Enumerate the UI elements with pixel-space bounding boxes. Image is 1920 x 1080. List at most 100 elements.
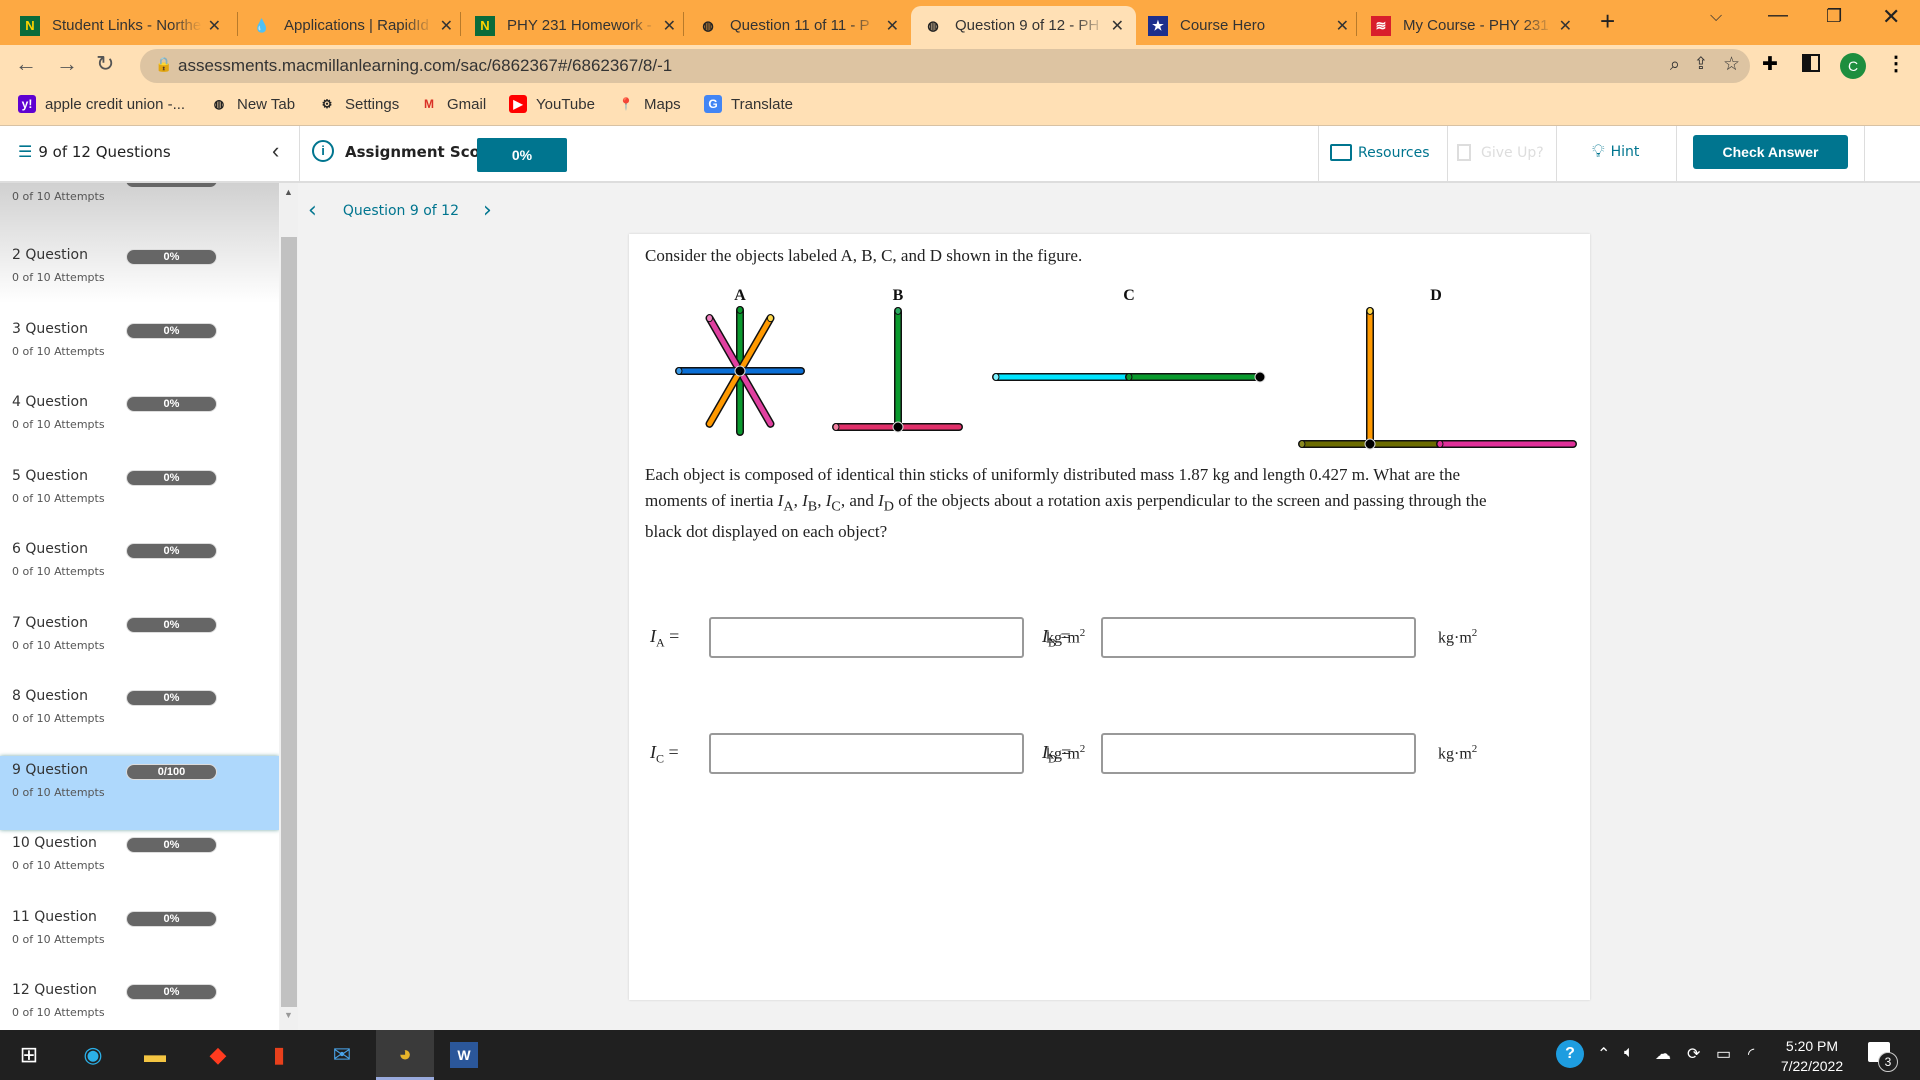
text: moments of inertia <box>645 491 778 510</box>
bookmark-item[interactable]: M Gmail <box>420 95 486 113</box>
sidebar-question-item[interactable]: 8 Question 0% 0 of 10 Attempts <box>0 682 279 756</box>
close-window-button[interactable]: ✕ <box>1882 4 1900 30</box>
app-diamond-icon[interactable]: ◆ <box>203 1040 233 1070</box>
mail-icon[interactable]: ✉ <box>327 1040 357 1070</box>
answer-label: ID = <box>1042 742 1072 766</box>
answer-input-d[interactable] <box>1101 733 1416 774</box>
info-icon[interactable]: i <box>312 140 334 162</box>
sync-icon[interactable]: ⟳ <box>1687 1044 1700 1064</box>
sidebar-scrollbar[interactable]: ▲ ▼ <box>280 183 298 1030</box>
question-title: 9 Question <box>12 761 88 778</box>
browser-tab[interactable]: ★ Course Hero ✕ <box>1136 6 1361 45</box>
sidebar-question-item[interactable]: 7 Question 0% 0 of 10 Attempts <box>0 609 279 683</box>
browser-tab[interactable]: N Student Links - Northe ✕ <box>8 6 233 45</box>
browser-tab[interactable]: ◍ Question 9 of 12 - PH ✕ <box>911 6 1136 45</box>
collapse-sidebar-chevron-icon[interactable]: ‹ <box>272 138 279 164</box>
edge-icon[interactable]: ◉ <box>78 1040 108 1070</box>
browser-tab[interactable]: ◍ Question 11 of 11 - P ✕ <box>686 6 911 45</box>
share-icon[interactable]: ⇪ <box>1694 54 1708 74</box>
url-text: assessments.macmillanlearning.com/sac/68… <box>178 56 673 75</box>
answer-input-a[interactable] <box>709 617 1024 658</box>
notification-count: 3 <box>1878 1052 1898 1072</box>
sidebar-question-item[interactable]: 5 Question 0% 0 of 10 Attempts <box>0 462 279 536</box>
answer-input-c[interactable] <box>709 733 1024 774</box>
question-list-toggle[interactable]: ☰ 9 of 12 Questions <box>18 142 171 161</box>
bookmark-item[interactable]: G Translate <box>704 95 793 113</box>
question-nav-label: Question 9 of 12 <box>342 202 459 219</box>
start-button[interactable]: ⊞ <box>14 1040 44 1070</box>
zoom-icon[interactable]: ⌕ <box>1670 54 1680 75</box>
sidebar-question-item[interactable]: 12 Question 0% 0 of 10 Attempts <box>0 976 279 1030</box>
onedrive-error-icon[interactable]: ☁ <box>1655 1044 1671 1064</box>
close-tab-icon[interactable]: ✕ <box>1111 16 1124 36</box>
check-answer-button[interactable]: Check Answer <box>1693 135 1848 169</box>
close-tab-icon[interactable]: ✕ <box>208 16 221 36</box>
attempts-text: 0 of 10 Attempts <box>12 491 105 505</box>
address-bar[interactable]: 🔒 assessments.macmillanlearning.com/sac/… <box>140 49 1750 83</box>
northeastern-n-icon: N <box>475 15 495 36</box>
word-icon[interactable]: W <box>450 1042 478 1068</box>
browser-tab[interactable]: N PHY 231 Homework - ✕ <box>463 6 688 45</box>
object-a-pink-stick-end <box>706 314 713 323</box>
sidebar-question-item[interactable]: 6 Question 0% 0 of 10 Attempts <box>0 535 279 609</box>
pivot-dot <box>1364 438 1376 450</box>
notifications-button[interactable]: 3 <box>1868 1042 1898 1072</box>
close-tab-icon[interactable]: ✕ <box>1336 16 1349 36</box>
office-icon[interactable]: ▮ <box>264 1040 294 1070</box>
exp: 2 <box>1079 743 1086 755</box>
close-tab-icon[interactable]: ✕ <box>1559 16 1572 36</box>
lock-icon: 🔒 <box>155 56 173 72</box>
answer-label: IC = <box>650 742 679 766</box>
forward-button[interactable]: → <box>56 51 78 77</box>
side-panel-icon[interactable] <box>1802 54 1820 72</box>
bookmark-item[interactable]: 📍 Maps <box>617 95 681 113</box>
browser-tab[interactable]: ≋ My Course - PHY 231 ✕ <box>1359 6 1584 45</box>
close-tab-icon[interactable]: ✕ <box>886 16 899 36</box>
bookmark-item[interactable]: ▶ YouTube <box>509 95 595 113</box>
sidebar-question-item[interactable]: 10 Question 0% 0 of 10 Attempts <box>0 829 279 903</box>
menu-icon[interactable]: ⋮ <box>1886 51 1906 76</box>
question-title: 12 Question <box>12 982 97 998</box>
answer-input-b[interactable] <box>1101 617 1416 658</box>
wifi-icon[interactable]: ◜ <box>1748 1044 1754 1064</box>
resources-button[interactable]: Resources <box>1330 144 1430 161</box>
scrollbar-thumb[interactable] <box>281 237 297 1007</box>
bookmark-star-icon[interactable]: ☆ <box>1723 53 1740 76</box>
sidebar-question-item[interactable]: 4 Question 0% 0 of 10 Attempts <box>0 388 279 462</box>
file-explorer-icon[interactable]: ▬ <box>140 1040 170 1070</box>
give-up-button[interactable]: Give Up? <box>1457 144 1544 161</box>
close-tab-icon[interactable]: ✕ <box>663 16 676 36</box>
bookmark-item[interactable]: ⚙ Settings <box>318 95 400 113</box>
scroll-up-arrow-icon[interactable]: ▲ <box>284 187 293 197</box>
chrome-icon[interactable]: ◕ <box>376 1030 434 1080</box>
tab-search-chevron-icon[interactable]: ⌵ <box>1710 8 1722 26</box>
sidebar-question-item[interactable]: 2 Question 0% 0 of 10 Attempts <box>0 241 279 315</box>
show-hidden-icons-chevron[interactable]: ⌃ <box>1597 1044 1610 1064</box>
sidebar-question-item[interactable]: 3 Question 0% 0 of 10 Attempts <box>0 315 279 389</box>
reload-button[interactable]: ↻ <box>96 51 114 77</box>
hint-button[interactable]: 💡︎ Hint <box>1592 141 1639 162</box>
browser-toolbar: ← → ↻ 🔒 assessments.macmillanlearning.co… <box>0 45 1920 126</box>
bookmark-label: New Tab <box>237 95 296 113</box>
new-tab-button[interactable]: + <box>1600 6 1615 37</box>
close-tab-icon[interactable]: ✕ <box>440 16 453 36</box>
battery-icon[interactable]: ▭ <box>1716 1044 1731 1064</box>
previous-question-button[interactable]: ‹ <box>308 198 317 223</box>
next-question-button[interactable]: › <box>483 198 492 223</box>
gear-icon: ⚙ <box>321 97 333 111</box>
unit-label: kg·m2 <box>1438 743 1477 763</box>
bookmark-item[interactable]: ◍ New Tab <box>210 95 295 113</box>
bookmark-item[interactable]: y! apple credit union -... <box>18 95 185 113</box>
scroll-down-arrow-icon[interactable]: ▼ <box>284 1010 293 1020</box>
sidebar-question-item[interactable]: 11 Question 0% 0 of 10 Attempts <box>0 903 279 977</box>
help-icon[interactable]: ? <box>1556 1040 1584 1068</box>
sidebar-question-item[interactable]: 9 Question 0/100 0 of 10 Attempts <box>0 755 279 830</box>
restore-button[interactable]: ❐ <box>1826 6 1842 27</box>
browser-tab[interactable]: 💧 Applications | RapidId ✕ <box>240 6 465 45</box>
extensions-icon[interactable]: ✚ <box>1762 53 1778 76</box>
clock[interactable]: 5:20 PM 7/22/2022 <box>1772 1036 1852 1076</box>
profile-avatar[interactable]: C <box>1840 53 1866 79</box>
back-button[interactable]: ← <box>15 51 37 77</box>
minimize-button[interactable]: — <box>1768 4 1788 27</box>
volume-icon[interactable]: 🔈︎ <box>1624 1044 1634 1062</box>
